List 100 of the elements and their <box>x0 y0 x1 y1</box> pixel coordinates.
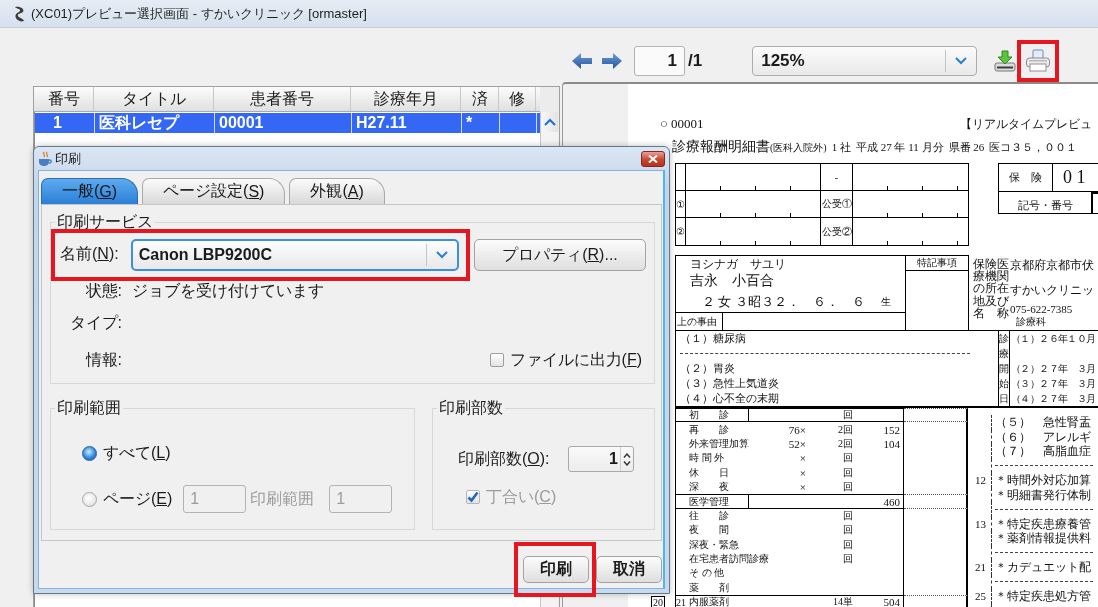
field-label: 名前(N): <box>60 244 119 264</box>
chevron-down-icon <box>623 460 631 466</box>
field-label: 状態: <box>84 280 122 301</box>
chevron-up-icon <box>543 118 556 126</box>
table-cell: * <box>462 113 500 133</box>
close-button[interactable] <box>641 150 665 167</box>
tab[interactable]: ページ設定(S) <box>142 178 286 204</box>
diagnosis: （２）胃炎 <box>680 361 735 376</box>
column-header[interactable]: 番号 <box>34 87 94 111</box>
dialog-button[interactable]: 取消 <box>596 556 662 583</box>
checkbox-option[interactable]: ファイルに出力(F) <box>489 349 642 371</box>
form-label: 特記事項 <box>917 256 957 270</box>
tab[interactable]: 一般(G) <box>41 178 139 204</box>
fee-label: 再 診 <box>689 422 729 437</box>
fee-label: そ の 他 <box>689 566 724 581</box>
next-page-button[interactable] <box>602 53 622 69</box>
copies-spinner[interactable]: 1 <box>568 446 634 472</box>
fee-count: 回 <box>843 481 853 493</box>
fee-count: 回 <box>843 466 853 478</box>
form-label: 公受① <box>821 197 852 211</box>
chevron-down-icon <box>435 250 448 259</box>
form-label: 診療開始日 <box>998 331 1010 406</box>
fee-label: 深夜・緊急 <box>689 537 739 552</box>
start-date: （４）２７年 ３月 <box>1011 391 1096 406</box>
checkbox[interactable] <box>489 353 504 367</box>
print-button[interactable] <box>1025 49 1052 73</box>
properties-button[interactable]: プロパティ(R)... <box>474 239 646 271</box>
fee-code: 21 <box>975 561 986 574</box>
form-header-field: 医コ３５，００１ <box>989 140 1078 155</box>
form-label: - <box>834 171 839 183</box>
form-title-note: (医科入院外) <box>770 142 827 155</box>
dialog-button[interactable]: 印刷 <box>523 556 589 583</box>
patient-name: 吉永 小百合 <box>689 272 775 290</box>
table-cell: 00001 <box>215 113 352 133</box>
group-title: 印刷範囲 <box>56 400 122 416</box>
fee-label: 時 間 外 <box>689 451 724 466</box>
detail-line: （６） アレルギ <box>994 429 1091 444</box>
coffee-cup-icon <box>38 150 52 167</box>
diagnosis: （３）急性上気道炎 <box>680 376 779 391</box>
download-icon <box>994 50 1017 72</box>
diagnosis: （４）心不全の末期 <box>680 391 779 406</box>
fee-count: 回 <box>843 538 853 550</box>
patient-details: ２ 女 ３昭３２． ６． ６ <box>702 293 865 311</box>
fee-code: 20 <box>651 596 665 607</box>
column-header[interactable]: 診療年月 <box>351 87 461 111</box>
column-header[interactable]: 修 <box>499 87 536 111</box>
start-date: （２）２７年 ３月 <box>1011 361 1096 376</box>
fee-code: 12 <box>975 474 986 487</box>
form-label: 保 険 <box>1009 170 1042 185</box>
scroll-up-button[interactable] <box>541 112 558 132</box>
form-label: 診療科 <box>1016 316 1047 328</box>
record-number: ○ 00001 <box>660 116 705 132</box>
fee-rate: × <box>799 452 806 465</box>
fee-label: 休 日 <box>689 465 729 480</box>
fee-count: 回 <box>843 553 853 565</box>
fee-label: 往 診 <box>689 508 729 523</box>
clinic-address: 京都府京都市伏 <box>1010 258 1094 273</box>
table-cell: 1 <box>35 113 95 133</box>
insurer-number: 0 1 <box>1063 167 1086 188</box>
fee-label: 薬 剤 <box>689 580 729 595</box>
form-header-field: 県番 26 <box>948 140 985 155</box>
field-label: タイプ: <box>68 312 122 333</box>
table-row[interactable]: 1 医科レセプ 00001 H27.11 * <box>35 113 540 133</box>
clinic-name: すかいクリニッ <box>1010 283 1094 298</box>
column-header[interactable]: 済 <box>461 87 499 111</box>
start-date: （３）２７年 ３月 <box>1011 376 1096 391</box>
fee-label: 内服薬剤 <box>689 595 729 607</box>
page-number-field[interactable]: 1 <box>634 46 685 76</box>
printer-dropdown[interactable]: Canon LBP9200C <box>130 238 459 271</box>
detail-line: ＊明細書発行体制 <box>994 487 1091 502</box>
close-icon <box>648 154 658 163</box>
fee-rate: × <box>799 481 806 494</box>
chevron-down-icon <box>955 57 968 65</box>
detail-line: （７） 高脂血症 <box>994 444 1091 459</box>
form-label: 上の事由 <box>677 314 717 329</box>
group-title: 印刷サービス <box>56 214 154 230</box>
fee-rate: × <box>799 466 806 479</box>
fee-label: 深 夜 <box>689 480 729 495</box>
tab[interactable]: 外観(A) <box>289 178 385 204</box>
column-header[interactable]: タイトル <box>94 87 214 111</box>
zoom-dropdown[interactable]: 125% <box>752 46 978 76</box>
detail-line: ＊時間外対応加算 <box>994 473 1091 488</box>
fee-label: 初 診 <box>689 408 729 423</box>
previous-page-button[interactable] <box>572 53 592 69</box>
diagnosis: （１）糖尿病 <box>680 331 746 346</box>
fee-rate: 76× <box>788 423 806 436</box>
fee-label: 在宅患者訪問診療 <box>689 552 769 567</box>
detail-line: ＊カデュエット配 <box>994 560 1091 575</box>
detail-line: （５） 急性腎盂 <box>994 415 1091 430</box>
fee-code: 13 <box>975 517 986 530</box>
download-button[interactable] <box>994 50 1017 72</box>
form-label: 記号・番号 <box>1017 198 1073 213</box>
dialog-title: 印刷 <box>55 149 81 168</box>
fee-points: 504 <box>883 596 900 607</box>
field-label: 情報: <box>84 349 122 370</box>
fee-label: 医学管理 <box>689 494 729 509</box>
page-total: /1 <box>688 51 703 71</box>
column-header[interactable]: 患者番号 <box>214 87 351 111</box>
table-cell: 医科レセプ <box>95 113 215 133</box>
field-label: 印刷範囲 <box>250 488 315 509</box>
